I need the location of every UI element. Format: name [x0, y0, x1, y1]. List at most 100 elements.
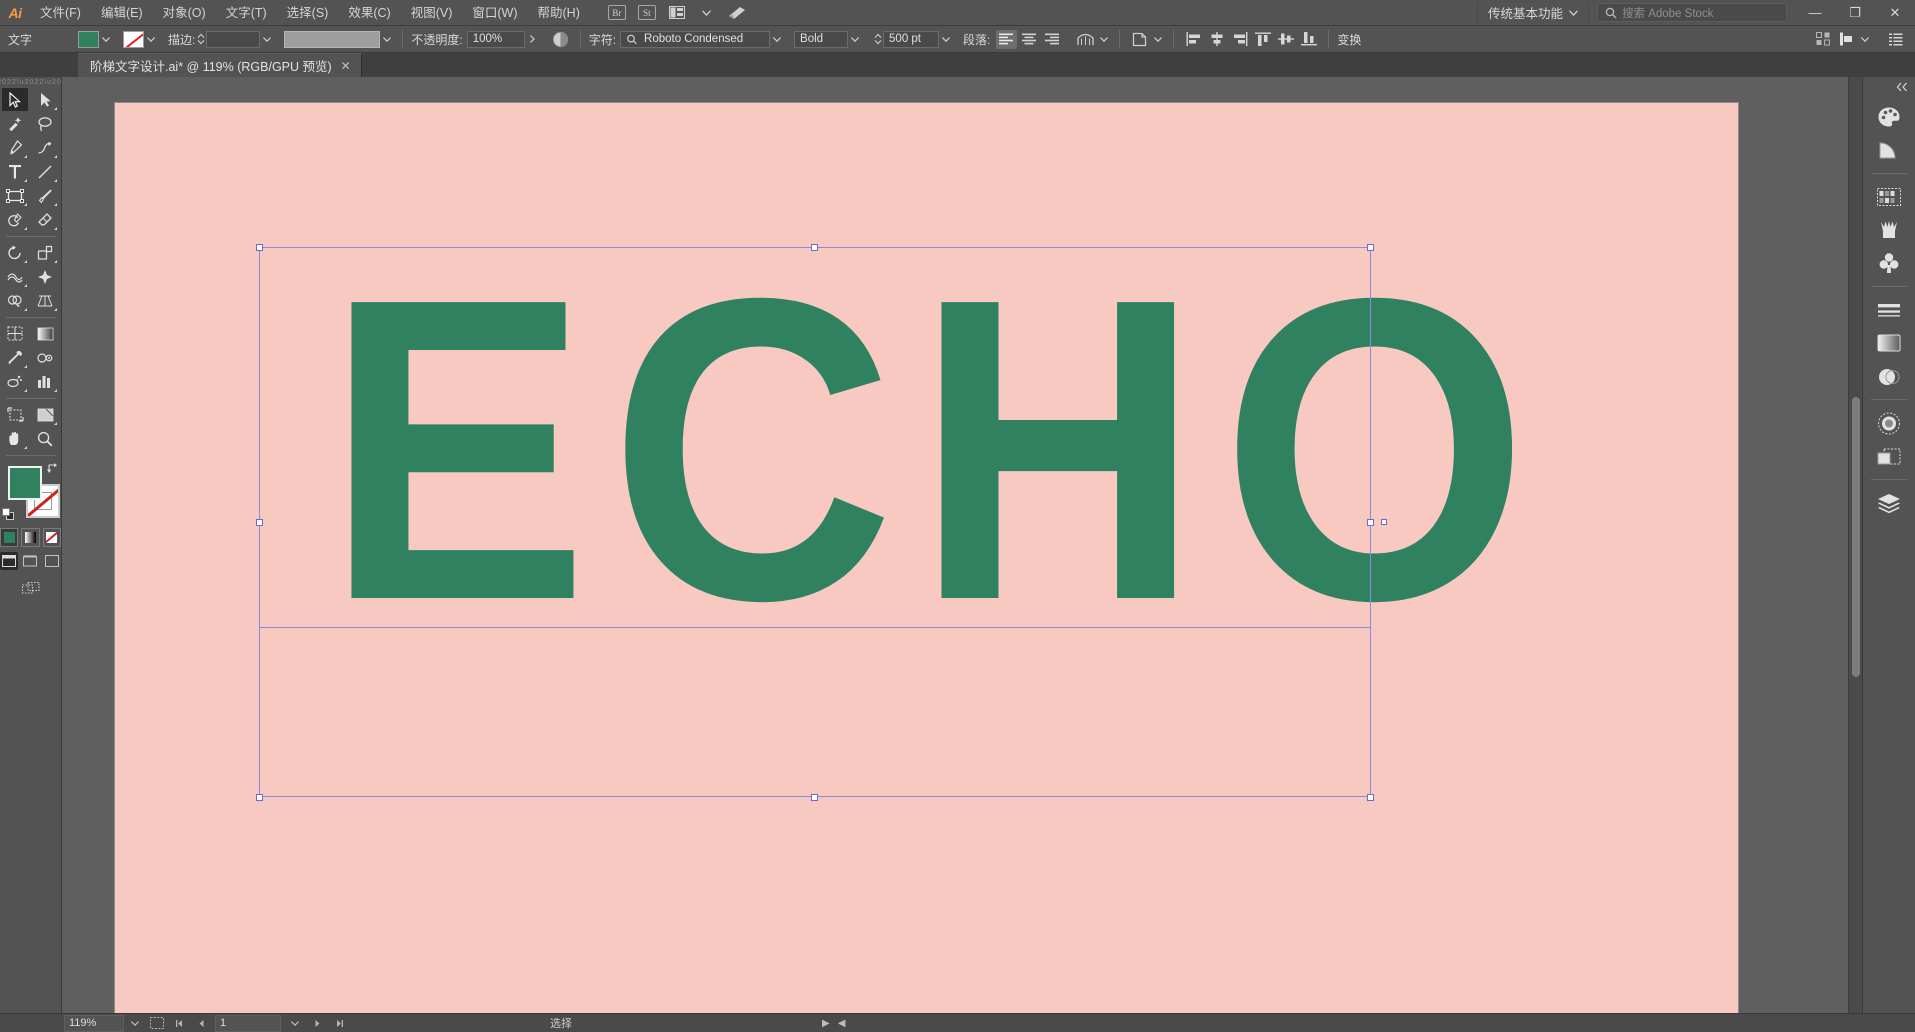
menu-edit[interactable]: 编辑(E) [91, 0, 153, 26]
close-button[interactable]: ✕ [1875, 0, 1915, 26]
artboard-next-button[interactable] [306, 1015, 328, 1032]
canvas-vertical-scrollbar[interactable] [1848, 77, 1862, 1013]
panel-options-menu-icon[interactable] [1885, 30, 1906, 49]
swap-fill-stroke-icon[interactable] [46, 462, 58, 474]
font-style-chevron-down-icon[interactable] [848, 31, 862, 48]
full-screen-mode-button[interactable] [43, 552, 61, 570]
opacity-mask-icon[interactable] [550, 30, 571, 49]
edit-toolbar-button[interactable] [19, 580, 43, 598]
magic-wand-tool[interactable] [2, 112, 28, 135]
blend-tool[interactable] [32, 346, 58, 369]
fill-color-control[interactable] [78, 30, 113, 48]
canvas-area[interactable]: ECHO [62, 77, 1862, 1027]
selection-handle-top-right[interactable] [1367, 244, 1374, 251]
slice-tool[interactable] [32, 403, 58, 426]
font-style-field[interactable]: Bold [794, 30, 849, 48]
stroke-panel-icon[interactable] [1871, 294, 1908, 326]
sync-settings-icon[interactable] [724, 3, 750, 23]
zoom-level-field[interactable]: 119% [64, 1014, 124, 1032]
lasso-tool[interactable] [32, 112, 58, 135]
font-family-chevron-down-icon[interactable] [770, 31, 784, 48]
font-size-chevron-down-icon[interactable] [939, 31, 953, 48]
selection-handle-middle-left[interactable] [256, 519, 263, 526]
dock-expand-button[interactable] [1863, 77, 1915, 97]
font-size-stepper[interactable] [872, 31, 883, 48]
align-horizontal-center-button[interactable] [1206, 30, 1227, 49]
menu-type[interactable]: 文字(T) [216, 0, 277, 26]
pen-tool[interactable] [2, 136, 28, 159]
paintbrush-tool[interactable] [32, 184, 58, 207]
free-transform-tool[interactable] [32, 265, 58, 288]
color-panel-icon[interactable] [1871, 101, 1908, 133]
stroke-chevron-down-icon[interactable] [144, 31, 158, 48]
full-screen-menu-mode-button[interactable] [21, 552, 39, 570]
default-fill-stroke-icon[interactable] [2, 508, 16, 522]
artboard-last-button[interactable] [328, 1015, 350, 1032]
menu-effect[interactable]: 效果(C) [338, 0, 400, 26]
stock-icon[interactable]: St [634, 3, 660, 23]
menu-object[interactable]: 对象(O) [153, 0, 216, 26]
arrange-chevron-down-icon[interactable] [694, 3, 720, 23]
gradient-mode-button[interactable] [21, 528, 40, 547]
status-text-group[interactable]: 选择 [550, 1015, 572, 1031]
zoom-chevron-down-icon[interactable] [124, 1015, 146, 1032]
artboard[interactable]: ECHO [115, 103, 1738, 1027]
align-center-button[interactable] [1019, 30, 1040, 49]
eyedropper-tool[interactable] [2, 346, 28, 369]
column-graph-tool[interactable] [32, 370, 58, 393]
transparency-panel-icon[interactable] [1871, 360, 1908, 392]
selection-handle-bottom-center[interactable] [811, 794, 818, 801]
selection-handle-top-left[interactable] [256, 244, 263, 251]
direct-selection-tool[interactable] [32, 88, 58, 111]
gradient-tool[interactable] [32, 322, 58, 345]
text-warp-chevron-down-icon[interactable] [1097, 31, 1111, 48]
symbol-sprayer-tool[interactable] [2, 370, 28, 393]
align-left-edges-button[interactable] [1183, 30, 1204, 49]
text-anchor-point[interactable] [1381, 519, 1387, 525]
rotate-tool[interactable] [2, 241, 28, 264]
type-tool[interactable] [2, 160, 28, 183]
layers-panel-icon[interactable] [1871, 487, 1908, 519]
fill-chevron-down-icon[interactable] [99, 31, 113, 48]
align-to-selection-icon[interactable] [1836, 30, 1857, 49]
artboard-prev-button[interactable] [190, 1015, 212, 1032]
graphic-styles-panel-icon[interactable] [1871, 440, 1908, 472]
menu-help[interactable]: 帮助(H) [528, 0, 590, 26]
opacity-field[interactable]: 100% [466, 30, 525, 48]
line-segment-tool[interactable] [32, 160, 58, 183]
menu-select[interactable]: 选择(S) [277, 0, 339, 26]
align-right-button[interactable] [1042, 30, 1063, 49]
text-warp-icon[interactable] [1075, 30, 1096, 49]
bridge-icon[interactable]: Br [604, 3, 630, 23]
brushes-panel-icon[interactable] [1871, 214, 1908, 246]
align-to-chevron-down-icon[interactable] [1858, 31, 1872, 48]
opacity-chevron-icon[interactable] [525, 31, 539, 48]
minimize-button[interactable]: — [1795, 0, 1835, 26]
artboard-chevron-down-icon[interactable] [284, 1015, 306, 1032]
mesh-tool[interactable] [2, 322, 28, 345]
status-nav-next-icon[interactable]: ▶ [822, 1018, 830, 1029]
normal-screen-mode-button[interactable] [0, 552, 19, 570]
artboard-tool[interactable] [2, 403, 28, 426]
stroke-weight-stepper[interactable] [195, 31, 206, 48]
selection-tool[interactable] [2, 88, 28, 111]
shape-builder-tool[interactable] [2, 289, 28, 312]
artboard-number-field[interactable]: 1 [215, 1014, 281, 1032]
document-setup-chevron-down-icon[interactable] [1151, 31, 1165, 48]
select-similar-icon[interactable] [1813, 30, 1834, 49]
artboard-nav-icon[interactable] [146, 1015, 168, 1032]
align-vertical-center-button[interactable] [1275, 30, 1296, 49]
menu-view[interactable]: 视图(V) [401, 0, 463, 26]
transform-label[interactable]: 变换 [1337, 31, 1361, 48]
width-tool[interactable] [2, 265, 28, 288]
stroke-color-control[interactable] [123, 30, 158, 48]
shaper-tool[interactable] [2, 208, 28, 231]
gradient-panel-icon[interactable] [1871, 327, 1908, 359]
selection-handle-middle-right[interactable] [1367, 519, 1374, 526]
stroke-profile-chevron-down-icon[interactable] [380, 31, 394, 48]
arrange-documents-icon[interactable] [664, 3, 690, 23]
font-size-field[interactable]: 500 pt [883, 30, 940, 48]
none-mode-button[interactable] [42, 528, 61, 547]
status-nav-prev-icon[interactable]: ◀ [838, 1018, 846, 1029]
fill-color-box[interactable] [8, 466, 42, 500]
